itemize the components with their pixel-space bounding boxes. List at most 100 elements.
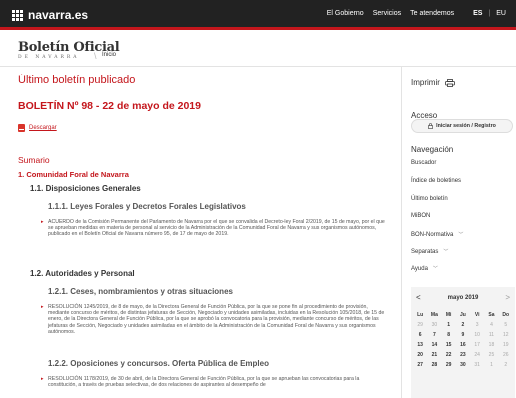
calendar-day[interactable]: 15	[442, 342, 456, 348]
calendar-day[interactable]: 29	[442, 362, 456, 368]
nav-separatas-dropdown[interactable]: Separatas ﹀	[411, 248, 449, 256]
calendar-day[interactable]: 28	[427, 362, 441, 368]
nav-mibon-link[interactable]: MiBON	[411, 213, 430, 219]
calendar-day[interactable]: 2	[456, 322, 470, 328]
download-label: Descargar	[29, 125, 57, 131]
calendar-day[interactable]: 17	[470, 342, 484, 348]
nav-buscador-link[interactable]: Buscador	[411, 160, 436, 166]
nav-item-label: BON-Normativa	[411, 231, 454, 238]
calendar-next-button[interactable]: >	[505, 294, 510, 302]
calendar-day[interactable]: 13	[413, 342, 427, 348]
calendar-day[interactable]: 5	[499, 322, 513, 328]
top-navigation-bar: navarra.es El Gobierno Servicios Te aten…	[0, 0, 516, 30]
chevron-down-icon: ﹀	[443, 249, 449, 255]
calendar-day[interactable]: 24	[470, 352, 484, 358]
lang-es-link[interactable]: ES	[473, 10, 482, 17]
section-1-1-1-heading: 1.1.1. Leyes Forales y Decretos Forales …	[48, 202, 246, 211]
nav-atendemos-link[interactable]: Te atendemos	[410, 10, 454, 17]
calendar-day[interactable]: 10	[470, 332, 484, 338]
lang-separator: |	[488, 10, 491, 17]
download-link[interactable]: Descargar	[18, 124, 57, 132]
calendar-day[interactable]: 7	[427, 332, 441, 338]
calendar-day[interactable]: 21	[427, 352, 441, 358]
bulletin-entry-link[interactable]: RESOLUCIÓN 1245/2019, de 8 de mayo, de l…	[41, 304, 388, 335]
chevron-down-icon: ﹀	[432, 266, 438, 272]
nav-bon-normativa-dropdown[interactable]: BON-Normativa ﹀	[411, 231, 464, 239]
calendar-day[interactable]: 20	[413, 352, 427, 358]
lock-icon	[428, 123, 433, 129]
calendar-day: 30	[431, 322, 438, 328]
sidebar: Imprimir Acceso Iniciar sesión / Registr…	[401, 67, 516, 398]
calendar-day[interactable]: 14	[427, 342, 441, 348]
calendar-day[interactable]: 6	[413, 332, 427, 338]
print-label: Imprimir	[411, 78, 440, 87]
calendar-day[interactable]: 9	[456, 332, 470, 338]
calendar-day[interactable]: 27	[413, 362, 427, 368]
calendar-day-header: Ma	[430, 312, 438, 318]
calendar-header: < mayo 2019 >	[411, 294, 515, 304]
nav-item-label: Buscador	[411, 160, 437, 166]
calendar-day[interactable]: 12	[499, 332, 513, 338]
chevron-down-icon: ﹀	[458, 232, 464, 238]
nav-item-label: Ayuda	[411, 265, 428, 272]
calendar-day[interactable]: 3	[470, 322, 484, 328]
printer-icon	[444, 78, 455, 87]
calendar-day[interactable]: 23	[456, 352, 470, 358]
bulletin-entry-link[interactable]: RESOLUCIÓN 1178/2019, de 30 de abril, de…	[41, 376, 388, 388]
nav-item-label: Separatas	[411, 248, 439, 255]
apps-grid-icon	[12, 9, 23, 21]
bulletin-entry-link[interactable]: ACUERDO de la Comisión Permanente del Pa…	[41, 219, 388, 238]
calendar-day[interactable]: 25	[484, 352, 498, 358]
nav-gobierno-link[interactable]: El Gobierno	[327, 10, 364, 17]
site-header: Boletín Oficial DE NAVARRA \ Inicio	[0, 33, 516, 67]
pdf-icon	[18, 124, 25, 132]
nav-indice-link[interactable]: Índice de boletines	[411, 178, 461, 184]
calendar-day[interactable]: 26	[499, 352, 513, 358]
section-1-heading: 1. Comunidad Foral de Navarra	[18, 170, 129, 179]
section-1-1-heading: 1.1. Disposiciones Generales	[30, 184, 141, 193]
nav-item-label: MiBON	[411, 213, 431, 219]
section-1-2-2-heading: 1.2.2. Oposiciones y concursos. Oferta P…	[48, 359, 269, 368]
calendar-day[interactable]: 16	[456, 342, 470, 348]
calendar-month-label: mayo 2019	[447, 295, 479, 301]
nav-ayuda-dropdown[interactable]: Ayuda ﹀	[411, 265, 438, 273]
navarra-brand-link[interactable]: navarra.es	[12, 8, 88, 22]
calendar-day-header: Do	[502, 312, 510, 318]
lang-eu-link[interactable]: EU	[496, 10, 506, 17]
calendar-day: 1	[490, 362, 493, 368]
nav-item-label: Último boletín	[411, 196, 448, 202]
calendar-day[interactable]: 1	[442, 322, 456, 328]
sumario-heading: Sumario	[18, 155, 50, 165]
section-1-2-1-heading: 1.2.1. Ceses, nombramientos y otras situ…	[48, 287, 233, 296]
calendar-grid: Lu Ma Mi Ju Vi Sa Do 29 30 1 2 3 4 5 6 7 8 9 10 11 12 13 14 15 1…	[413, 312, 513, 368]
breadcrumb-inicio-link[interactable]: Inicio	[102, 52, 116, 58]
print-button[interactable]: Imprimir	[411, 78, 455, 87]
bulletin-title: BOLETÍN Nº 98 - 22 de mayo de 2019	[18, 100, 201, 112]
calendar-day[interactable]: 4	[484, 322, 498, 328]
login-button[interactable]: Iniciar sesión / Registro	[411, 119, 513, 133]
calendar-day[interactable]: 11	[484, 332, 498, 338]
brand-label: navarra.es	[28, 8, 89, 22]
calendar-day-header: Ju	[460, 312, 466, 318]
page-title: Último boletín publicado	[18, 74, 136, 86]
calendar-widget: < mayo 2019 > Lu Ma Mi Ju Vi Sa Do 29 30 1 2 3 4 5 6 7 8…	[411, 287, 515, 398]
calendar-day[interactable]: 22	[442, 352, 456, 358]
section-1-2-heading: 1.2. Autoridades y Personal	[30, 269, 135, 278]
calendar-day-header: Mi	[445, 312, 452, 318]
nav-ultimo-link[interactable]: Último boletín	[411, 196, 448, 202]
top-nav: El Gobierno Servicios Te atendemos ES | …	[327, 10, 506, 17]
calendar-day[interactable]: 8	[442, 332, 456, 338]
calendar-day-header: Lu	[417, 312, 424, 318]
calendar-day[interactable]: 31	[470, 362, 484, 368]
calendar-day-header: Sa	[488, 312, 495, 318]
calendar-day: 2	[504, 362, 508, 368]
calendar-day[interactable]: 18	[484, 342, 498, 348]
breadcrumb-separator: \	[94, 51, 97, 61]
nav-servicios-link[interactable]: Servicios	[373, 10, 401, 17]
calendar-day[interactable]: 19	[499, 342, 513, 348]
calendar-day[interactable]: 30	[456, 362, 470, 368]
calendar-day-header: Vi	[474, 312, 480, 318]
calendar-day: 29	[417, 322, 423, 328]
login-label: Iniciar sesión / Registro	[436, 123, 496, 129]
main-content: Último boletín publicado BOLETÍN Nº 98 -…	[18, 74, 393, 398]
